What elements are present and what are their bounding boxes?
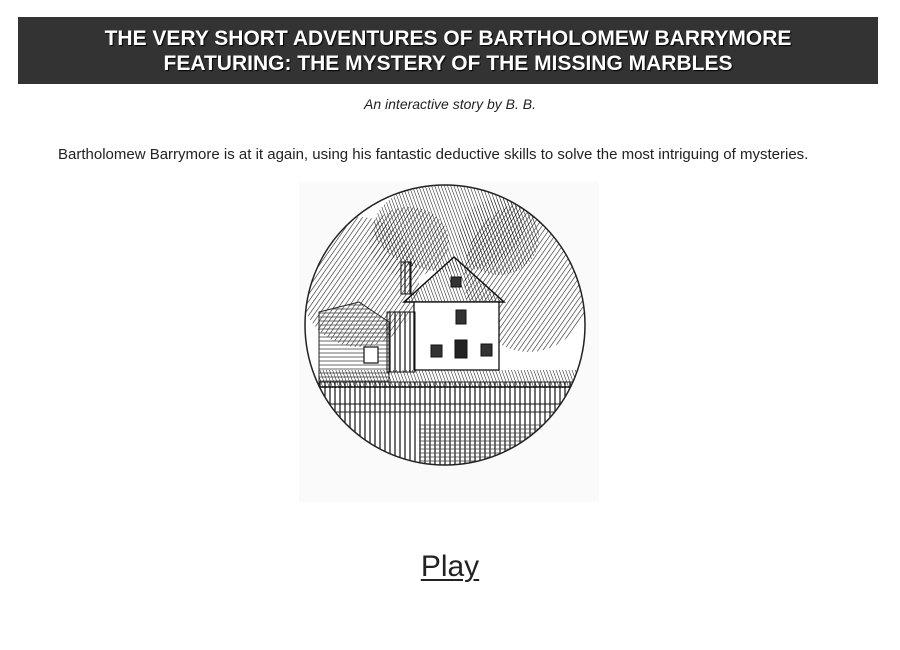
byline: An interactive story by B. B. xyxy=(364,96,536,112)
title-line-1: THE VERY SHORT ADVENTURES OF BARTHOLOMEW… xyxy=(104,26,792,50)
title-banner: THE VERY SHORT ADVENTURES OF BARTHOLOMEW… xyxy=(18,17,878,84)
story-page: THE VERY SHORT ADVENTURES OF BARTHOLOMEW… xyxy=(0,0,900,650)
title-line-2: FEATURING: THE MYSTERY OF THE MISSING MA… xyxy=(163,51,733,75)
play-link-container: Play xyxy=(0,550,900,584)
intro-text: Bartholomew Barrymore is at it again, us… xyxy=(58,146,809,163)
house-illustration xyxy=(299,182,599,502)
play-link[interactable]: Play xyxy=(421,550,479,583)
